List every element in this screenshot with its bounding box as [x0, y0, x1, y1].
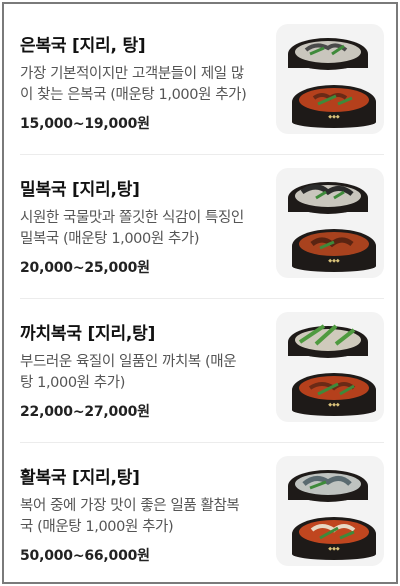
menu-item-text: 까치복국 [지리,탕] 부드러운 육질이 일품인 까치복 (매운 탕 1,000…	[20, 310, 278, 422]
menu-item-description: 복어 중에 가장 맛이 좋은 일품 활참복 국 (매운탕 1,000원 추가)	[20, 496, 278, 538]
svg-text:◆◆◆: ◆◆◆	[328, 402, 340, 408]
svg-text:◆◆◆: ◆◆◆	[328, 546, 340, 552]
svg-text:◆◆◆: ◆◆◆	[328, 258, 340, 264]
menu-item-description-line: 가장 기본적이지만 고객분들이 제일 많	[20, 66, 244, 82]
menu-item-photo[interactable]: ◆◆◆	[276, 168, 384, 278]
divider	[20, 442, 384, 443]
menu-item-description-line: 이 찾는 은복국 (매운탕 1,000원 추가)	[20, 87, 247, 103]
menu-item-description-line: 밀복국 (매운탕 1,000원 추가)	[20, 231, 200, 247]
menu-item-name: 까치복국 [지리,탕]	[20, 324, 156, 344]
menu-list: 은복국 [지리, 탕] 가장 기본적이지만 고객분들이 제일 많 이 찾는 은복…	[2, 2, 398, 584]
menu-item[interactable]: 까치복국 [지리,탕] 부드러운 육질이 일품인 까치복 (매운 탕 1,000…	[20, 310, 384, 438]
menu-item-description: 시원한 국물맛과 쫄깃한 식감이 특징인 밀복국 (매운탕 1,000원 추가)	[20, 208, 278, 250]
menu-item-photo[interactable]: ◆◆◆	[276, 456, 384, 566]
menu-item-text: 밀복국 [지리,탕] 시원한 국물맛과 쫄깃한 식감이 특징인 밀복국 (매운탕…	[20, 166, 278, 278]
bokguk-stone-pot-photo: ◆◆◆	[288, 324, 376, 416]
bokguk-stone-pot-photo: ◆◆◆	[288, 38, 376, 128]
divider	[20, 154, 384, 155]
menu-item-description-line: 부드러운 육질이 일품인 까치복 (매운	[20, 354, 237, 370]
menu-item-name: 은복국 [지리, 탕]	[20, 36, 146, 56]
menu-item-price: 20,000~25,000원	[20, 260, 150, 276]
bokguk-stone-pot-photo: ◆◆◆	[288, 182, 376, 272]
menu-item[interactable]: 밀복국 [지리,탕] 시원한 국물맛과 쫄깃한 식감이 특징인 밀복국 (매운탕…	[20, 166, 384, 294]
menu-item[interactable]: 은복국 [지리, 탕] 가장 기본적이지만 고객분들이 제일 많 이 찾는 은복…	[20, 22, 384, 150]
menu-item-name: 활복국 [지리,탕]	[20, 468, 140, 488]
bokguk-stone-pot-photo: ◆◆◆	[288, 470, 376, 560]
menu-item-name: 밀복국 [지리,탕]	[20, 180, 140, 200]
menu-item-description-line: 복어 중에 가장 맛이 좋은 일품 활참복	[20, 498, 240, 514]
menu-item-photo[interactable]: ◆◆◆	[276, 24, 384, 134]
menu-item-description-line: 국 (매운탕 1,000원 추가)	[20, 519, 174, 535]
menu-item[interactable]: 활복국 [지리,탕] 복어 중에 가장 맛이 좋은 일품 활참복 국 (매운탕 …	[20, 454, 384, 582]
menu-item-text: 활복국 [지리,탕] 복어 중에 가장 맛이 좋은 일품 활참복 국 (매운탕 …	[20, 454, 278, 566]
menu-item-description: 가장 기본적이지만 고객분들이 제일 많 이 찾는 은복국 (매운탕 1,000…	[20, 64, 278, 106]
menu-item-description: 부드러운 육질이 일품인 까치복 (매운 탕 1,000원 추가)	[20, 352, 278, 394]
menu-item-price: 50,000~66,000원	[20, 548, 150, 564]
menu-item-price: 22,000~27,000원	[20, 404, 150, 420]
menu-item-text: 은복국 [지리, 탕] 가장 기본적이지만 고객분들이 제일 많 이 찾는 은복…	[20, 22, 278, 134]
menu-item-description-line: 탕 1,000원 추가)	[20, 375, 125, 391]
divider	[20, 298, 384, 299]
menu-item-price: 15,000~19,000원	[20, 116, 150, 132]
menu-item-photo[interactable]: ◆◆◆	[276, 312, 384, 422]
svg-text:◆◆◆: ◆◆◆	[328, 114, 340, 120]
menu-item-description-line: 시원한 국물맛과 쫄깃한 식감이 특징인	[20, 210, 244, 226]
